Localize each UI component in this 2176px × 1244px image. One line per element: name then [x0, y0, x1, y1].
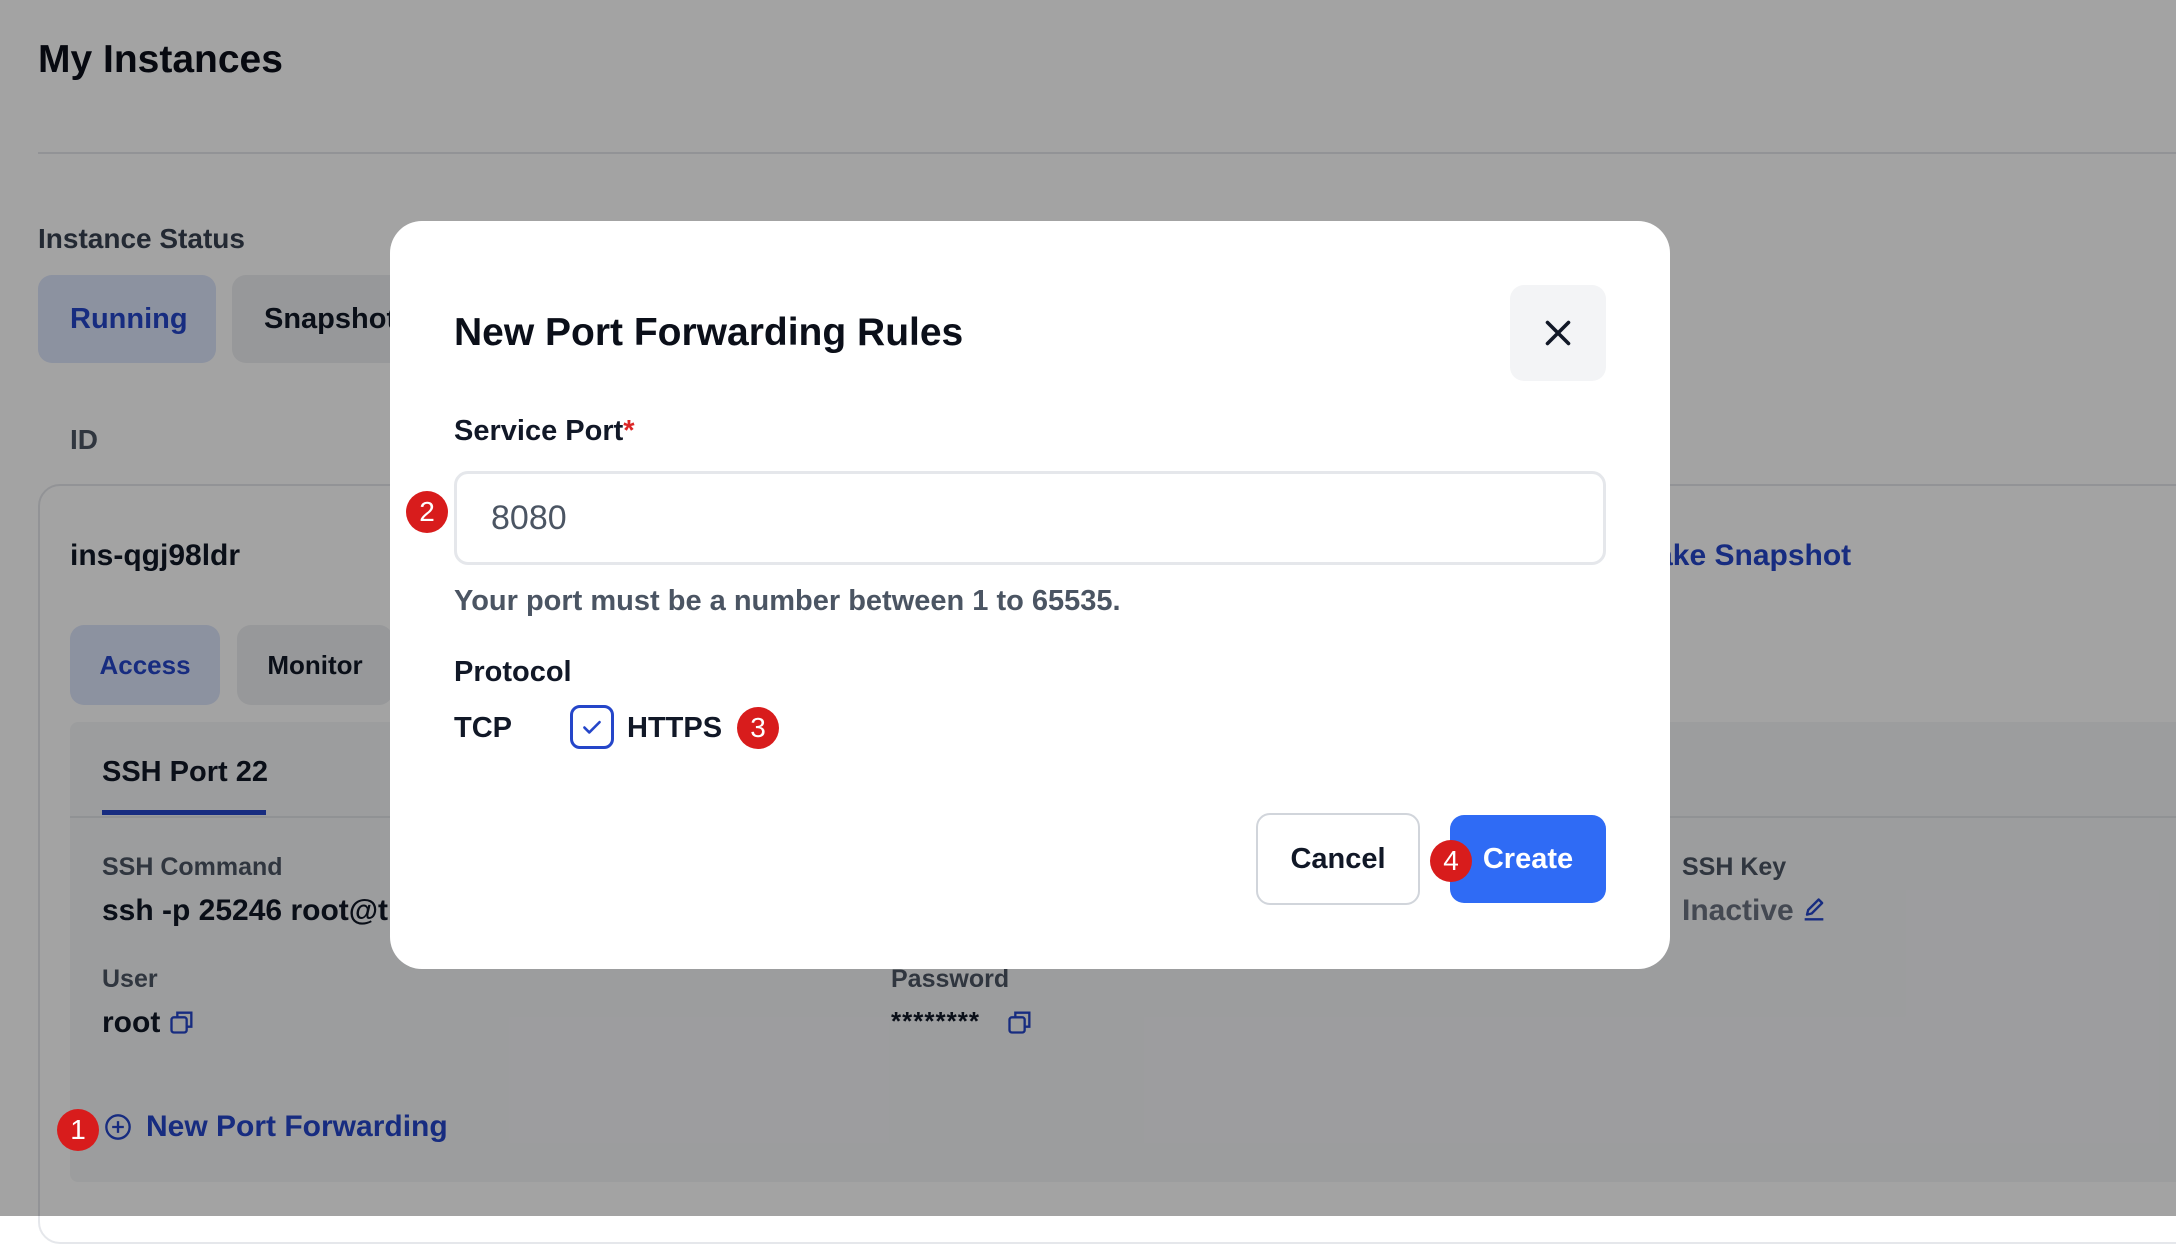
required-mark: * [623, 415, 635, 447]
https-label[interactable]: HTTPS [627, 712, 722, 745]
service-port-input[interactable] [454, 471, 1606, 565]
create-button[interactable]: Create [1450, 815, 1606, 903]
step-badge-4: 4 [1430, 840, 1472, 882]
port-forwarding-dialog: New Port Forwarding Rules Service Port* … [390, 221, 1670, 969]
dialog-title: New Port Forwarding Rules [454, 311, 964, 354]
step-badge-2: 2 [406, 491, 448, 533]
close-icon [1545, 320, 1571, 346]
cancel-button[interactable]: Cancel [1256, 813, 1420, 905]
check-icon [583, 720, 601, 734]
tcp-label: TCP [454, 712, 512, 744]
step-badge-1: 1 [57, 1109, 99, 1151]
protocol-label: Protocol [454, 656, 572, 688]
service-port-label: Service Port* [454, 415, 635, 448]
port-hint: Your port must be a number between 1 to … [454, 585, 1121, 617]
https-checkbox[interactable] [570, 705, 614, 749]
close-button[interactable] [1510, 285, 1606, 381]
step-badge-3: 3 [737, 707, 779, 749]
service-port-label-text: Service Port [454, 415, 624, 447]
